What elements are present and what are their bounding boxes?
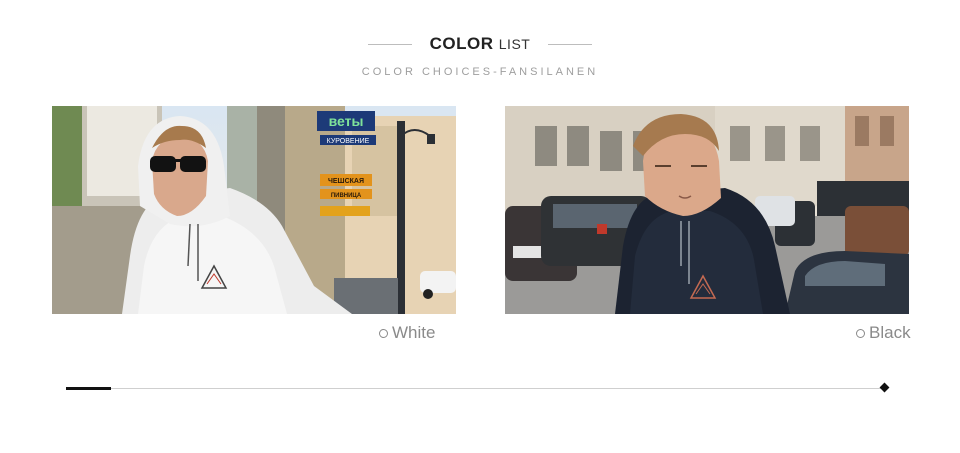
- title-line-right: [548, 43, 593, 45]
- shop-sign-1: веты: [329, 113, 364, 129]
- white-hoodie-photo[interactable]: веты КУРОВЕНИЕ ЧЕШСКАЯ ПИВНИЦА: [52, 106, 456, 314]
- white-hoodie-illustration: веты КУРОВЕНИЕ ЧЕШСКАЯ ПИВНИЦА: [52, 106, 456, 314]
- color-list-section: COLOR LIST COLOR CHOICES-FANSILANEN веты…: [0, 0, 960, 453]
- color-option-white[interactable]: White: [379, 323, 435, 343]
- title-line-left: [367, 43, 412, 45]
- radio-dot-icon: [379, 328, 388, 338]
- section-title-strong: COLOR: [429, 34, 494, 53]
- black-hoodie-illustration: [505, 106, 909, 314]
- section-title-light: LIST: [498, 36, 531, 52]
- shop-sign-3: ЧЕШСКАЯ: [328, 178, 364, 185]
- diamond-end-icon: [879, 382, 890, 393]
- black-hoodie-photo[interactable]: [505, 106, 909, 314]
- shop-sign-2: КУРОВЕНИЕ: [327, 138, 370, 145]
- title-row: COLOR LIST: [0, 32, 960, 56]
- section-subtitle: COLOR CHOICES-FANSILANEN: [361, 66, 599, 78]
- color-option-black[interactable]: Black: [856, 323, 911, 343]
- section-title: COLOR LIST: [430, 34, 531, 54]
- color-name-white: White: [392, 323, 436, 342]
- shop-sign-4: ПИВНИЦА: [331, 193, 362, 199]
- scroll-progress-fill: [66, 387, 111, 390]
- section-header: COLOR LIST COLOR CHOICES-FANSILANEN: [0, 32, 960, 78]
- scroll-progress-track[interactable]: [66, 382, 890, 393]
- color-name-black: Black: [869, 323, 911, 342]
- radio-dot-icon: [856, 328, 865, 338]
